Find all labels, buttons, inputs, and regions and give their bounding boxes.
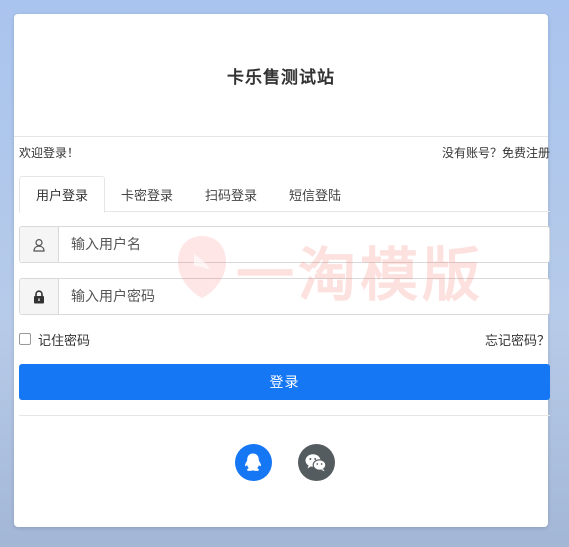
remember-password-toggle[interactable]: 记住密码 [19,330,90,349]
qq-icon [245,453,261,471]
login-button[interactable]: 登录 [19,364,550,400]
lock-icon [20,279,59,314]
username-input[interactable] [59,227,549,262]
forgot-password-link[interactable]: 忘记密码？ [485,330,550,349]
tab-card-login[interactable]: 卡密登录 [105,176,189,212]
password-group [19,278,550,315]
welcome-text: 欢迎登录！ [19,146,80,160]
remember-checkbox[interactable] [19,333,31,345]
site-title: 卡乐售测试站 [227,67,335,88]
username-group [19,226,550,263]
password-input[interactable] [59,279,549,314]
tab-user-login[interactable]: 用户登录 [19,176,106,213]
wechat-icon [305,453,327,471]
card-header: 卡乐售测试站 [14,14,548,137]
user-icon [20,227,59,262]
register-prompt-wrap: 没有账号？免费注册 [442,144,550,161]
wechat-login-button[interactable] [297,444,335,481]
divider [19,415,550,416]
social-login [0,444,569,481]
tab-qrcode-login[interactable]: 扫码登录 [189,176,273,212]
tab-sms-login[interactable]: 短信登陆 [273,176,357,212]
remember-row: 记住密码 忘记密码？ [19,328,550,350]
qq-login-button[interactable] [234,444,272,481]
remember-label: 记住密码 [38,333,91,349]
welcome-row: 欢迎登录！ 没有账号？免费注册 [19,144,550,161]
register-link[interactable]: 免费注册 [502,146,550,160]
register-prompt: 没有账号？ [441,146,502,160]
login-tabs: 用户登录 卡密登录 扫码登录 短信登陆 [19,176,550,213]
